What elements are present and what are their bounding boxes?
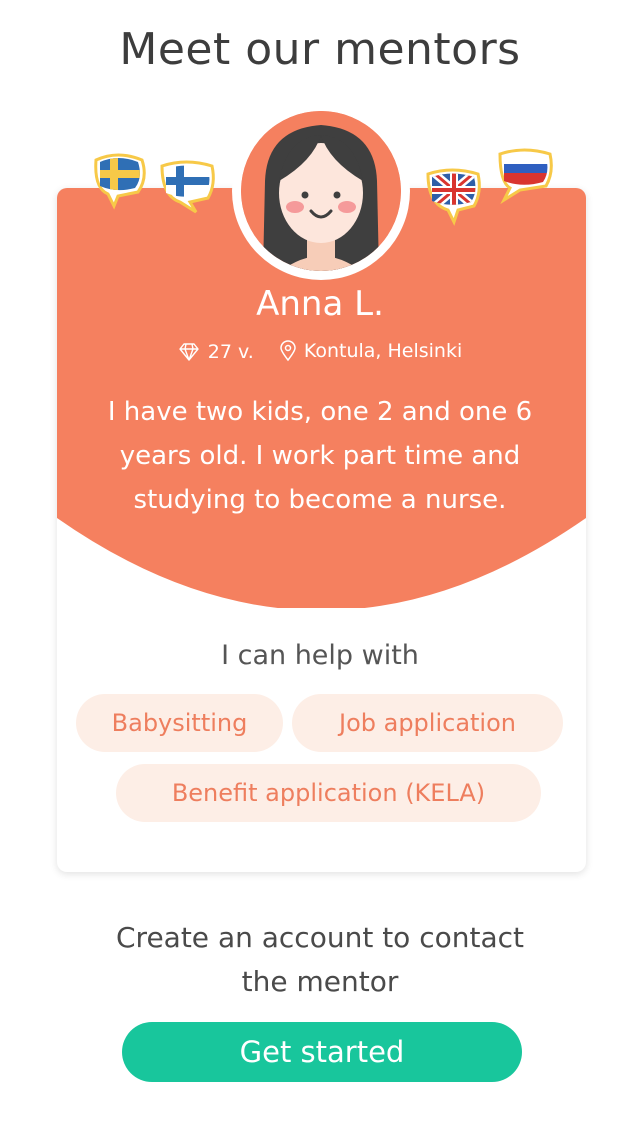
page-title: Meet our mentors [119, 24, 521, 75]
mentor-bio-line: studying to become a nurse. [133, 485, 507, 515]
mentor-avatar [241, 111, 401, 271]
mentor-meta: 27 v. Kontula, Helsinki [0, 340, 640, 367]
swedish-flag-icon [88, 148, 150, 210]
get-started-button[interactable]: Get started [122, 1022, 522, 1082]
mentor-name: Anna L. [256, 284, 384, 324]
mentor-intro-screen: Meet our mentors Anna L. 27 v. Kontula, … [0, 0, 640, 1136]
diamond-icon [179, 343, 199, 361]
cta-message: Create an account to contact the mentor [60, 916, 580, 1004]
mentor-location: Kontula, Helsinki [280, 340, 462, 362]
finnish-flag-icon [156, 156, 218, 218]
chip-benefit-application: Benefit application (KELA) [116, 764, 541, 822]
cta-message-line: Create an account to contact [116, 921, 524, 954]
uk-flag-icon [422, 164, 484, 226]
help-section-title: I can help with [221, 640, 419, 671]
chip-job-application: Job application [292, 694, 563, 752]
cta-message-line: the mentor [241, 965, 399, 998]
location-pin-icon [280, 340, 296, 362]
mentor-bio-line: years old. I work part time and [119, 441, 521, 471]
russian-flag-icon [494, 144, 556, 206]
mentor-age: 27 v. [178, 341, 254, 363]
mentor-bio: I have two kids, one 2 and one 6 years o… [70, 390, 570, 522]
chip-babysitting: Babysitting [76, 694, 283, 752]
mentor-bio-line: I have two kids, one 2 and one 6 [107, 397, 533, 427]
mentor-age-text: 27 v. [207, 341, 254, 363]
mentor-location-text: Kontula, Helsinki [303, 340, 463, 362]
avatar-illustration [241, 111, 401, 271]
